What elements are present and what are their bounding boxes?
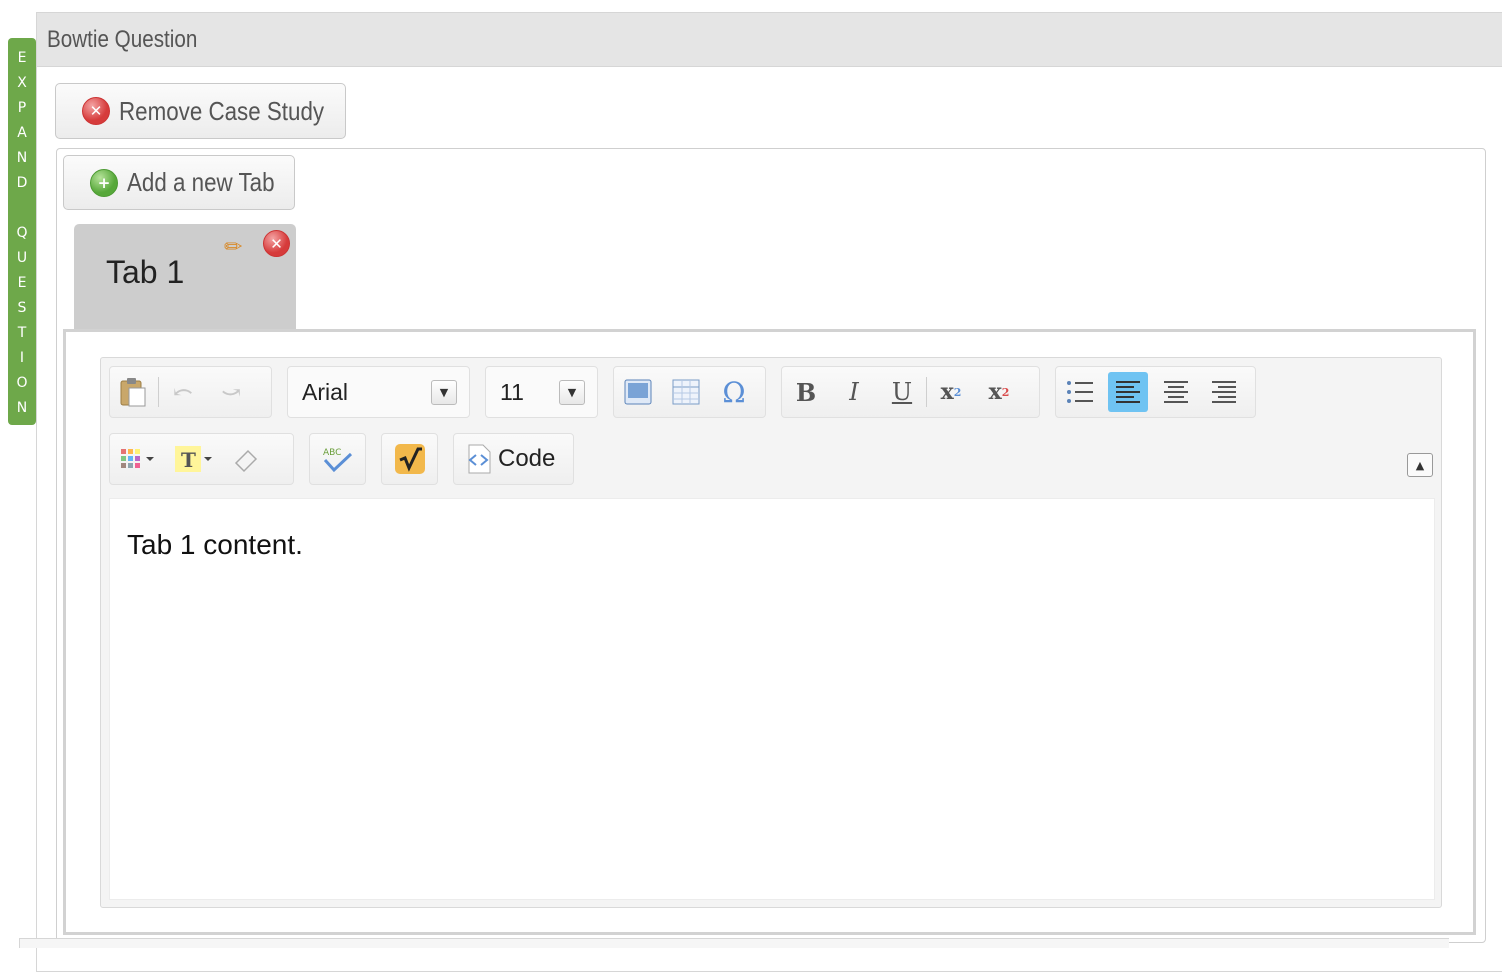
edit-pencil-icon[interactable]: ✏: [224, 235, 242, 260]
expand-letter: A: [17, 125, 27, 141]
remove-icon: ✕: [82, 97, 110, 125]
delete-tab-icon[interactable]: ✕: [263, 230, 290, 257]
svg-text:ABC: ABC: [323, 448, 341, 458]
remove-case-study-label: Remove Case Study: [119, 95, 325, 126]
subscript-icon[interactable]: x2: [931, 372, 971, 412]
add-icon: +: [90, 168, 118, 197]
background-color-icon[interactable]: T: [170, 439, 218, 479]
add-tab-button[interactable]: + Add a new Tab: [63, 155, 295, 210]
chevron-down-icon: ▼: [431, 380, 457, 405]
image-icon[interactable]: [618, 372, 658, 412]
expand-letter: T: [17, 325, 27, 341]
align-left-icon[interactable]: [1108, 372, 1148, 412]
bold-icon[interactable]: B: [786, 372, 826, 412]
expand-letter: N: [16, 150, 28, 166]
paste-icon[interactable]: [114, 372, 154, 412]
editor-content-area[interactable]: Tab 1 content.: [109, 498, 1435, 900]
underline-icon[interactable]: U: [882, 372, 922, 412]
next-panel-edge: [19, 938, 1449, 948]
tab-content-panel: ⤺ ⤻ Arial ▼ 11 ▼ Ω B I U x 2 x 2 T ABC C…: [63, 329, 1476, 935]
rich-text-editor: ⤺ ⤻ Arial ▼ 11 ▼ Ω B I U x 2 x 2 T ABC C…: [100, 357, 1442, 908]
font-size-value: 11: [500, 378, 524, 405]
font-name-value: Arial: [302, 378, 349, 405]
spellcheck-group: ABC: [309, 433, 366, 485]
tab-label: Tab 1: [106, 254, 185, 290]
expand-letter: N: [16, 400, 28, 416]
undo-icon[interactable]: ⤺: [163, 372, 203, 412]
case-study-container: + Add a new Tab Tab 1 ✏ ✕ ⤺ ⤻ Arial ▼ 11…: [56, 148, 1486, 943]
expand-letter: S: [17, 300, 27, 316]
expand-letter: U: [16, 250, 28, 266]
align-center-icon[interactable]: [1156, 372, 1196, 412]
expand-letter: P: [17, 100, 27, 116]
expand-letter: I: [19, 350, 25, 366]
paragraph-group: [1055, 366, 1256, 418]
table-icon[interactable]: [666, 372, 706, 412]
color-group: T: [109, 433, 294, 485]
editor-text: Tab 1 content.: [127, 529, 303, 560]
format-group: B I U x2 x2: [781, 366, 1040, 418]
align-right-icon[interactable]: [1204, 372, 1244, 412]
collapse-toolbar-button[interactable]: ▲: [1407, 453, 1433, 477]
tab-1[interactable]: Tab 1 ✏ ✕: [74, 224, 296, 330]
math-group: [381, 433, 438, 485]
code-button[interactable]: Code: [453, 433, 574, 485]
code-icon: [468, 444, 491, 474]
font-size-select[interactable]: 11 ▼: [485, 366, 598, 418]
eraser-icon[interactable]: [226, 439, 266, 479]
special-character-icon[interactable]: Ω: [714, 372, 754, 412]
svg-text:T: T: [181, 448, 196, 472]
clipboard-group: ⤺ ⤻: [109, 366, 272, 418]
redo-icon[interactable]: ⤻: [211, 372, 251, 412]
panel-header: Bowtie Question: [37, 13, 1502, 67]
code-label: Code: [498, 445, 556, 472]
insert-group: Ω: [613, 366, 766, 418]
remove-case-study-button[interactable]: ✕ Remove Case Study: [55, 83, 346, 139]
toolbar-separator: [158, 377, 159, 407]
chevron-down-icon: ▼: [559, 380, 585, 405]
expand-letter: D: [16, 175, 28, 191]
text-color-icon[interactable]: [114, 439, 162, 479]
toolbar-separator: [926, 377, 927, 407]
spellcheck-icon[interactable]: ABC: [318, 439, 358, 479]
superscript-icon[interactable]: x2: [979, 372, 1019, 412]
expand-letter: E: [17, 50, 27, 66]
expand-letter: E: [17, 275, 27, 291]
math-equation-icon[interactable]: [390, 439, 430, 479]
add-tab-label: Add a new Tab: [127, 167, 275, 197]
expand-letter: Q: [16, 225, 28, 241]
font-name-select[interactable]: Arial ▼: [287, 366, 470, 418]
panel-title: Bowtie Question: [47, 26, 198, 53]
expand-letter: O: [16, 375, 28, 391]
expand-letter: X: [17, 75, 27, 91]
italic-icon[interactable]: I: [834, 372, 874, 412]
question-panel: Bowtie Question ✕ Remove Case Study + Ad…: [36, 12, 1502, 972]
expand-question-bar[interactable]: E X P A N D Q U E S T I O N: [8, 38, 36, 425]
bulleted-list-icon[interactable]: [1060, 372, 1100, 412]
